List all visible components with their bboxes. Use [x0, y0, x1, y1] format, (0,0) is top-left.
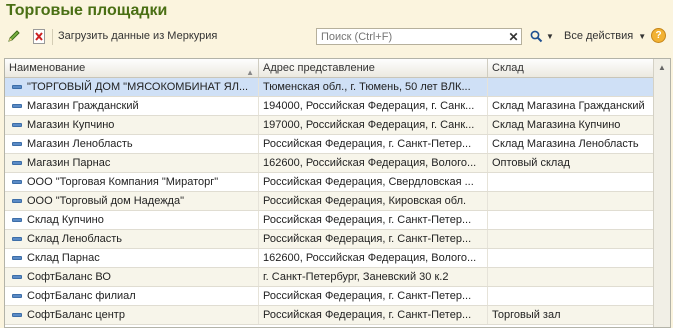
address-cell: Российская Федерация, г. Санкт-Петер...	[259, 287, 488, 305]
warehouse-cell	[488, 173, 654, 191]
table-row[interactable]: ООО "Торговый дом Надежда" Российская Фед…	[5, 192, 654, 211]
table-row[interactable]: ООО "Торговая Компания "Мираторг" Российс…	[5, 173, 654, 192]
table-row[interactable]: Склад Парнас 162600, Российская Федерация…	[5, 249, 654, 268]
delete-icon[interactable]	[31, 28, 47, 44]
address-cell: Российская Федерация, г. Санкт-Петер...	[259, 230, 488, 248]
all-actions-label: Все действия	[564, 30, 634, 42]
address-cell: Российская Федерация, г. Санкт-Петер...	[259, 211, 488, 229]
address-cell: Российская Федерация, г. Санкт-Петер...	[259, 135, 488, 153]
warehouse-cell	[488, 78, 654, 96]
column-header-warehouse[interactable]: Склад	[488, 59, 654, 77]
table-row[interactable]: Склад Купчино Российская Федерация, г. Са…	[5, 211, 654, 230]
magnifier-icon	[530, 30, 543, 42]
warehouse-cell	[488, 287, 654, 305]
clear-search-icon[interactable]: ✕	[507, 30, 520, 43]
warehouse-cell	[488, 192, 654, 210]
address-cell: Тюменская обл., г. Тюмень, 50 лет ВЛК...	[259, 78, 488, 96]
warehouse-cell: Оптовый склад	[492, 157, 570, 169]
address-cell: Российская Федерация, Свердловская ...	[259, 173, 488, 191]
warehouse-cell: Склад Магазина Ленобласть	[492, 138, 639, 150]
name-cell: Склад Ленобласть	[5, 230, 259, 248]
name-cell: ООО "Торговый дом Надежда"	[5, 192, 259, 210]
name-cell: СофтБаланс центр	[5, 306, 259, 324]
warehouse-cell	[488, 230, 654, 248]
load-mercury-button[interactable]: Загрузить данные из Меркурия	[58, 30, 217, 42]
page-title: Торговые площадки	[6, 2, 168, 19]
edit-icon[interactable]	[6, 28, 22, 44]
warehouse-cell	[488, 249, 654, 267]
address-cell: 162600, Российская Федерация, Волого...	[259, 249, 488, 267]
name-cell: Склад Купчино	[5, 211, 259, 229]
table-header: Наименование ▲ Адрес представление Склад	[5, 59, 654, 78]
table-row[interactable]: Магазин Купчино 197000, Российская Федера…	[5, 116, 654, 135]
name-cell: "ТОРГОВЫЙ ДОМ "МЯСОКОМБИНАТ ЯЛ...	[5, 78, 259, 96]
name-cell: СофтБаланс ВО	[5, 268, 259, 286]
table-row[interactable]: Магазин Парнас 162600, Российская Федерац…	[5, 154, 654, 173]
column-header-name[interactable]: Наименование ▲	[5, 59, 259, 77]
table-row[interactable]: СофтБаланс филиал Российская Федерация, г…	[5, 287, 654, 306]
warehouse-cell: Торговый зал	[492, 309, 561, 321]
table-row[interactable]: Склад Ленобласть Российская Федерация, г.…	[5, 230, 654, 249]
warehouse-cell	[488, 211, 654, 229]
all-actions-menu[interactable]: Все действия ▼	[564, 30, 646, 42]
chevron-down-icon: ▼	[546, 31, 554, 41]
name-cell: Магазин Купчино	[5, 116, 259, 134]
search-button[interactable]: ▼	[530, 28, 554, 44]
address-cell: 197000, Российская Федерация, г. Санк...	[259, 116, 488, 134]
warehouse-cell: Склад Магазина Гражданский	[492, 100, 645, 112]
scroll-up-icon[interactable]: ▲	[654, 59, 670, 75]
table-row[interactable]: СофтБаланс центр Российская Федерация, г.…	[5, 306, 654, 325]
table-row[interactable]: Магазин Ленобласть Российская Федерация, …	[5, 135, 654, 154]
data-table: Наименование ▲ Адрес представление Склад…	[4, 58, 671, 328]
table-row[interactable]: Магазин Гражданский 194000, Российская Фе…	[5, 97, 654, 116]
name-cell: Склад Парнас	[5, 249, 259, 267]
address-cell: г. Санкт-Петербург, Заневский 30 к.2	[259, 268, 488, 286]
help-button[interactable]: ?	[651, 28, 666, 43]
toolbar-separator	[52, 29, 53, 45]
column-header-address[interactable]: Адрес представление	[259, 59, 488, 77]
toolbar: Загрузить данные из Меркурия ✕ ▼ Все дей…	[0, 25, 673, 49]
search-field[interactable]: ✕	[316, 28, 522, 45]
vertical-scrollbar[interactable]: ▲	[653, 59, 670, 327]
name-cell: Магазин Парнас	[5, 154, 259, 172]
address-cell: Российская Федерация, г. Санкт-Петер...	[259, 306, 488, 324]
address-cell: 194000, Российская Федерация, г. Санк...	[259, 97, 488, 115]
address-cell: 162600, Российская Федерация, Волого...	[259, 154, 488, 172]
warehouse-cell	[488, 268, 654, 286]
table-row[interactable]: СофтБаланс ВО г. Санкт-Петербург, Заневск…	[5, 268, 654, 287]
search-input[interactable]	[317, 29, 511, 44]
name-cell: ООО "Торговая Компания "Мираторг"	[5, 173, 259, 191]
name-cell: СофтБаланс филиал	[5, 287, 259, 305]
chevron-down-icon: ▼	[638, 32, 647, 41]
name-cell: Магазин Гражданский	[5, 97, 259, 115]
warehouse-cell: Склад Магазина Купчино	[492, 119, 621, 131]
name-cell: Магазин Ленобласть	[5, 135, 259, 153]
address-cell: Российская Федерация, Кировская обл.	[259, 192, 488, 210]
table-row[interactable]: "ТОРГОВЫЙ ДОМ "МЯСОКОМБИНАТ ЯЛ... Тюменск…	[5, 78, 654, 97]
